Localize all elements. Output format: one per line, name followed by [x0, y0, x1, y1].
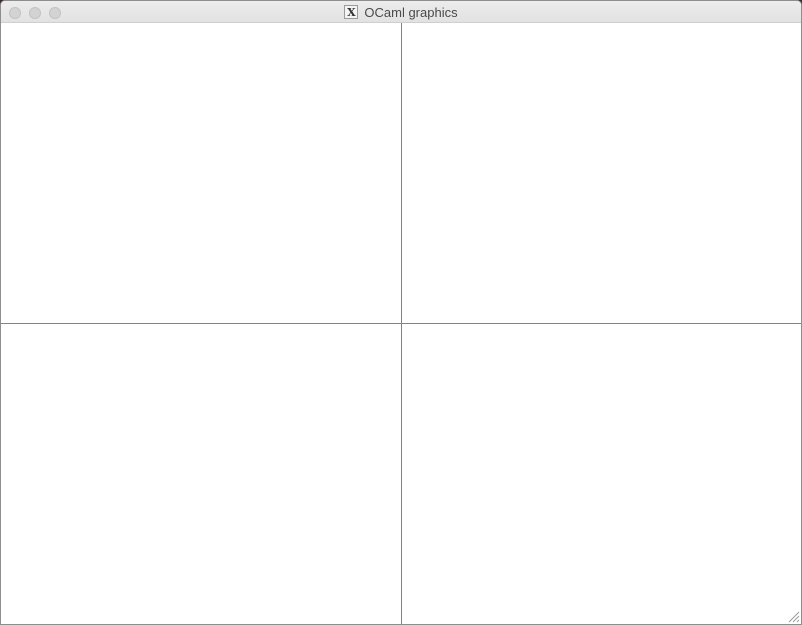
graphics-canvas[interactable] [1, 23, 801, 624]
x11-icon: X [344, 5, 359, 19]
zoom-button[interactable] [49, 7, 61, 19]
window-title: OCaml graphics [364, 4, 458, 20]
title-group: X OCaml graphics [1, 1, 801, 23]
app-window: X OCaml graphics [0, 0, 802, 625]
horizontal-axis-line [1, 323, 801, 324]
minimize-button[interactable] [29, 7, 41, 19]
resize-grip-icon[interactable] [786, 609, 800, 623]
title-bar[interactable]: X OCaml graphics [1, 1, 801, 23]
close-button[interactable] [9, 7, 21, 19]
